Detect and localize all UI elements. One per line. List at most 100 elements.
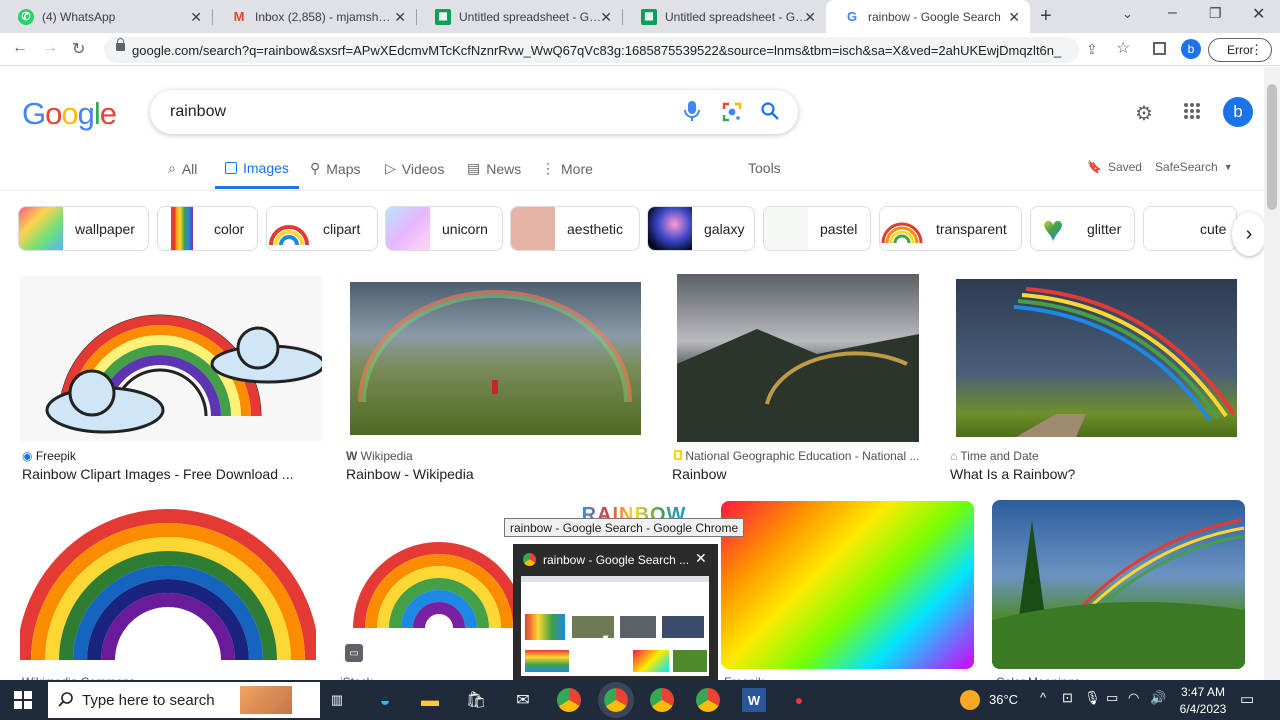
profile-avatar[interactable]: b [1181,39,1201,59]
tab-spreadsheet-2[interactable]: ▦ Untitled spreadsheet - Google ✕ [623,0,826,33]
dropdown-arrow-icon: ▼ [1223,162,1233,172]
file-explorer-icon[interactable]: ▬ [418,688,442,712]
result-source[interactable]: National Geographic Education - National… [674,449,919,463]
meet-icon[interactable]: ⊡ [1062,690,1073,706]
tray-chevron-icon[interactable]: ^ [1040,690,1046,705]
chip-aesthetic[interactable]: aesthetic [510,206,640,251]
mail-icon[interactable]: ✉ [511,688,535,712]
windows-start-icon[interactable] [11,688,35,712]
error-button[interactable]: Error ⋮ [1208,38,1272,62]
result-image-4[interactable] [956,279,1237,437]
search-icon[interactable] [761,102,779,125]
recorder-icon[interactable]: ● [787,688,811,712]
chip-transparent[interactable]: transparent [879,206,1022,251]
tab-rainbow-search[interactable]: G rainbow - Google Search ✕ [826,0,1030,33]
restore-icon[interactable]: ❐ [1209,5,1222,22]
chip-pastel[interactable]: pastel [763,206,871,251]
side-panel-icon[interactable] [1153,42,1166,55]
taskbar-window-preview[interactable]: rainbow - Google Search ... ✕ ⬉ [513,544,718,680]
forward-icon[interactable]: → [42,39,58,57]
wifi-icon[interactable]: ◠ [1128,690,1139,706]
weather-sun-icon[interactable] [960,690,980,710]
edge-icon[interactable]: ◒ [373,688,397,712]
tab-images[interactable]: Images [225,160,289,176]
chip-cute[interactable]: cute [1143,206,1237,251]
chrome-icon[interactable] [557,688,581,712]
account-avatar[interactable]: b [1223,97,1253,127]
close-tab-icon[interactable]: ✕ [1008,9,1020,26]
kebab-menu-icon[interactable]: ⋮ [1250,42,1263,58]
tab-maps[interactable]: ⚲ Maps [310,160,361,177]
tab-search-icon[interactable]: ⌄ [1122,6,1133,22]
timeanddate-icon: ⌂ [950,449,958,463]
tab-news[interactable]: ▤ News [467,160,521,177]
chip-wallpaper[interactable]: wallpaper [18,206,149,251]
chip-color[interactable]: color [157,206,258,251]
lens-icon[interactable] [722,102,742,127]
address-bar[interactable]: google.com/search?q=rainbow&sxsrf=APwXEd… [104,37,1079,63]
search-icon [58,691,74,711]
volume-icon[interactable]: 🔊 [1150,690,1166,706]
voice-search-icon[interactable] [684,101,700,126]
reload-icon[interactable]: ↻ [72,39,85,59]
result-source[interactable]: ⌂ Time and Date [950,449,1039,463]
task-view-icon[interactable]: ▥ [325,688,349,712]
chip-clipart[interactable]: clipart [266,206,378,251]
tab-videos[interactable]: ▷ Videos [385,160,444,177]
result-source[interactable]: ◉ Freepik [22,449,76,463]
clock-time[interactable]: 3:47 AM [1178,685,1228,699]
chips-next-arrow-icon[interactable]: › [1232,212,1266,256]
result-source[interactable]: W Wikipedia [346,449,413,463]
result-title[interactable]: Rainbow - Wikipedia [346,466,474,482]
close-tab-icon[interactable]: ✕ [190,9,202,26]
image-badge-icon: ▭ [345,644,363,662]
word-icon[interactable]: W [742,688,766,712]
tab-gmail[interactable]: M Inbox (2,858) - mjamshed87@ ✕ [213,0,416,33]
close-tab-icon[interactable]: ✕ [600,9,612,26]
chip-unicorn[interactable]: unicorn [385,206,503,251]
saved-link[interactable]: 🔖 Saved [1087,160,1142,174]
bookmark-star-icon[interactable]: ☆ [1116,38,1130,58]
chrome-profile-b-icon[interactable] [598,682,634,718]
taskbar-search[interactable]: Type here to search [48,682,320,718]
result-title[interactable]: Rainbow Clipart Images - Free Download .… [22,466,294,482]
tab-whatsapp[interactable]: ✆ (4) WhatsApp ✕ [0,0,212,33]
tools-button[interactable]: Tools [748,160,781,176]
close-window-icon[interactable]: ✕ [1252,4,1265,24]
tab-all[interactable]: ⌕ All [168,160,197,177]
chip-glitter[interactable]: ♥ glitter [1030,206,1135,251]
close-tab-icon[interactable]: ✕ [394,9,406,26]
result-image-9[interactable] [992,500,1245,669]
clock-date[interactable]: 6/4/2023 [1176,702,1230,716]
tab-spreadsheet-1[interactable]: ▦ Untitled spreadsheet - Google ✕ [417,0,622,33]
result-image-5[interactable] [20,500,316,660]
search-input[interactable]: rainbow [170,103,226,121]
notifications-icon[interactable]: ▭ [1240,690,1254,708]
share-icon[interactable]: ⇪ [1086,41,1098,58]
close-tab-icon[interactable]: ✕ [804,9,816,26]
battery-icon[interactable]: ▭ [1106,690,1118,706]
apps-grid-icon[interactable] [1183,102,1201,125]
freepik-icon: ◉ [22,449,33,463]
result-title[interactable]: What Is a Rainbow? [950,466,1075,482]
chrome-profile-s-icon[interactable] [696,688,720,712]
result-title[interactable]: Rainbow [672,466,726,482]
scrollbar-thumb[interactable] [1267,84,1277,210]
chrome-profile-ch-icon[interactable] [650,688,674,712]
store-icon[interactable]: 🛍 [464,688,488,712]
back-icon[interactable]: ← [12,39,28,57]
search-box[interactable]: rainbow [150,90,798,134]
settings-gear-icon[interactable]: ⚙ [1135,101,1153,126]
new-tab-icon[interactable]: + [1040,5,1052,28]
minimize-icon[interactable]: – [1168,4,1177,22]
google-logo[interactable]: Google [22,96,117,132]
result-image-1[interactable] [20,276,322,441]
close-preview-icon[interactable]: ✕ [695,550,707,567]
safesearch-button[interactable]: SafeSearch ▼ [1155,160,1233,174]
chip-galaxy[interactable]: galaxy [647,206,755,251]
tab-more[interactable]: ⋮ More [541,160,593,177]
microphone-icon[interactable]: 🎙 [1084,690,1101,706]
result-image-8[interactable] [721,501,974,669]
result-image-3[interactable] [677,274,919,442]
result-image-2[interactable] [350,282,641,435]
